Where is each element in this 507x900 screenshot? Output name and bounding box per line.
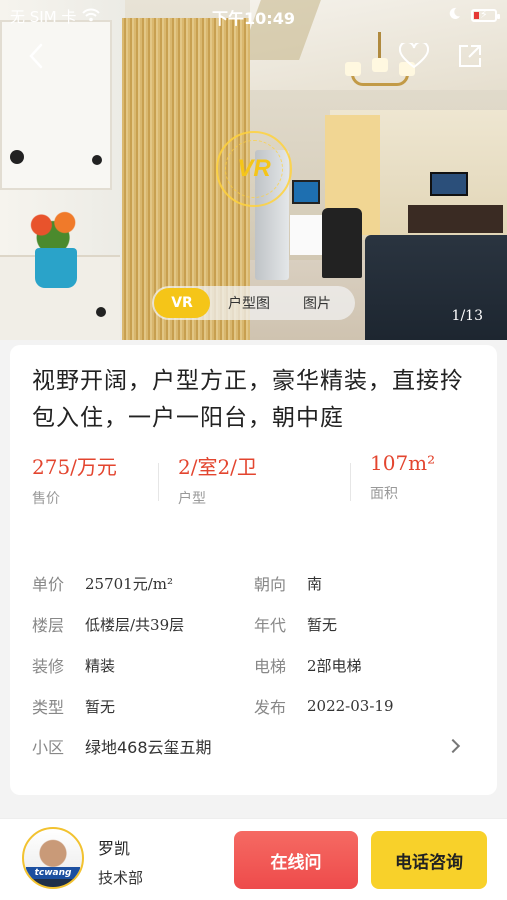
detail-floor: 楼层 低楼层/共39层	[32, 612, 184, 636]
photo-monitor	[292, 180, 320, 204]
area-stat: 107m² 面积	[370, 451, 435, 503]
detail-value: 低楼层/共39层	[85, 615, 185, 634]
detail-key: 小区	[32, 738, 65, 757]
photo-knob	[10, 150, 24, 164]
photo-cabinet	[0, 20, 112, 190]
online-chat-label: 在线问	[270, 852, 322, 873]
layout-stat: 2/室2/卫 户型	[178, 451, 257, 508]
vr-badge-label: VR	[237, 155, 271, 182]
back-button[interactable]	[18, 38, 54, 74]
detail-value: 2022-03-19	[307, 697, 394, 715]
detail-orientation: 朝向 南	[254, 571, 322, 595]
community-row[interactable]: 小区 绿地468云玺五期	[32, 735, 482, 757]
listing-title: 视野开阔，户型方正，豪华精装，直接拎包入住，一户一阳台，朝中庭	[32, 368, 464, 431]
battery-icon: ⚡	[471, 8, 500, 22]
agent-department: 技术部	[98, 869, 144, 887]
listing-info-card: 视野开阔，户型方正，豪华精装，直接拎包入住，一户一阳台，朝中庭 275/万元 售…	[10, 345, 497, 795]
detail-value: 2部电梯	[307, 656, 362, 675]
detail-published: 发布 2022-03-19	[254, 694, 393, 718]
clock: 下午10:49	[212, 9, 295, 28]
status-bar: 无 SIM 卡 下午10:49 ⚡	[0, 0, 507, 30]
detail-elevator: 电梯 2部电梯	[254, 653, 362, 677]
layout-label: 户型	[178, 491, 206, 507]
tab-vr[interactable]: VR	[154, 288, 210, 318]
detail-value: 暂无	[85, 697, 116, 716]
tab-floor-plan[interactable]: 户型图	[210, 288, 288, 318]
vr-play-badge[interactable]: VR	[216, 131, 292, 207]
detail-value: 暂无	[307, 615, 338, 634]
detail-key: 朝向	[254, 575, 287, 594]
detail-decoration: 装修 精装	[32, 653, 115, 677]
agent-name: 罗凯	[98, 839, 131, 858]
price-stat: 275/万元 售价	[32, 451, 117, 508]
tab-vr-label: VR	[171, 295, 193, 311]
detail-unit-price: 单价 25701元/m²	[32, 571, 173, 595]
detail-year: 年代 暂无	[254, 612, 337, 636]
detail-key: 电梯	[254, 657, 287, 676]
photo-knob	[96, 307, 106, 317]
price-label: 售价	[32, 491, 60, 507]
avatar-tag: tcwang	[26, 867, 80, 879]
tab-photos-label: 图片	[303, 296, 331, 312]
detail-type: 类型 暂无	[32, 694, 115, 718]
layout-value: 2/室2/卫	[178, 455, 257, 479]
photo-tv	[430, 172, 468, 196]
detail-key: 单价	[32, 575, 65, 594]
share-icon	[459, 45, 481, 67]
community-name: 绿地468云玺五期	[85, 738, 212, 757]
detail-key: 装修	[32, 657, 65, 676]
photo-sofa	[365, 235, 507, 340]
online-chat-button[interactable]: 在线问	[234, 831, 358, 889]
detail-value: 南	[307, 574, 323, 593]
tab-floor-plan-label: 户型图	[228, 296, 270, 312]
detail-key: 楼层	[32, 616, 65, 635]
detail-key: 类型	[32, 698, 65, 717]
heart-icon	[399, 43, 429, 69]
photo-flowerpot	[35, 248, 77, 288]
stat-divider	[350, 463, 351, 501]
stat-divider	[158, 463, 159, 501]
detail-value: 精装	[85, 656, 116, 675]
photo-counter: 1/13	[451, 308, 483, 324]
phone-consult-button[interactable]: 电话咨询	[371, 831, 487, 889]
chevron-right-icon	[445, 738, 461, 754]
tab-photos[interactable]: 图片	[288, 288, 346, 318]
moon-icon	[448, 6, 461, 24]
media-tab-bar: VR 户型图 图片	[152, 286, 355, 320]
phone-consult-label: 电话咨询	[395, 852, 463, 873]
photo-knob	[92, 155, 102, 165]
share-button[interactable]	[452, 38, 488, 74]
detail-key: 年代	[254, 616, 287, 635]
area-value: 107m²	[370, 451, 436, 475]
photo-chair	[322, 208, 362, 278]
avatar[interactable]: tcwang	[22, 827, 84, 889]
area-label: 面积	[370, 486, 398, 502]
price-value: 275/万元	[32, 455, 117, 479]
photo-tv-stand	[408, 205, 503, 233]
detail-value: 25701元/m²	[85, 574, 174, 593]
detail-key: 发布	[254, 698, 287, 717]
favorite-button[interactable]	[396, 38, 432, 74]
bottom-action-bar: tcwang 罗凯 技术部 在线问 电话咨询	[0, 818, 507, 900]
chevron-left-icon	[29, 43, 43, 69]
